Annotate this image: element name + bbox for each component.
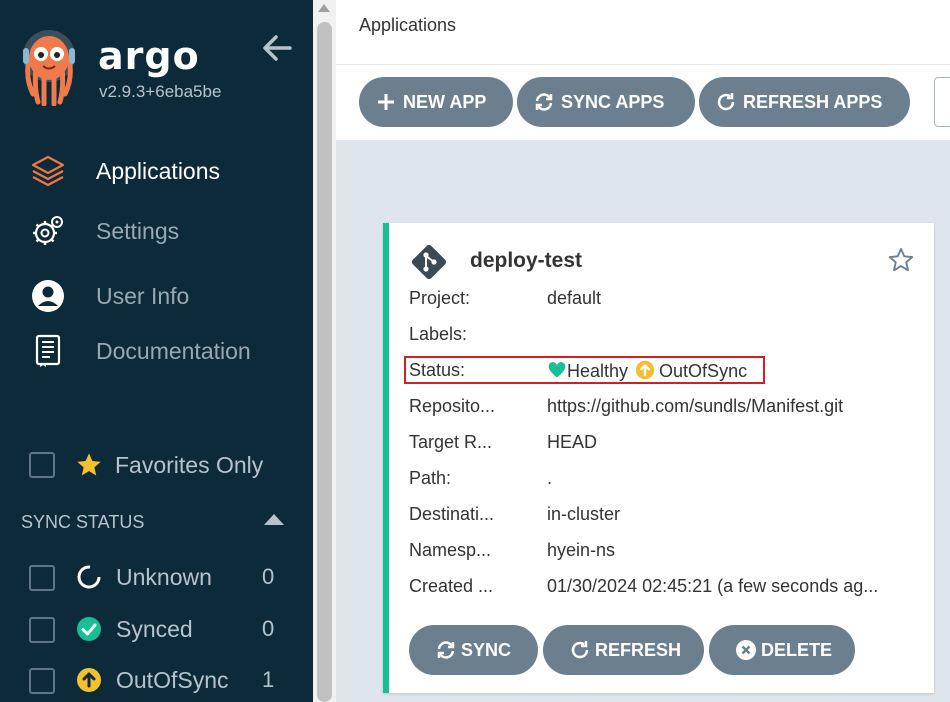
nav-label: User Info [96, 283, 190, 309]
brand-name: argo [98, 34, 200, 78]
field-key: Namesp... [409, 540, 492, 560]
field-key: Project: [409, 288, 471, 308]
sync-filter-unknown[interactable]: Unknown 0 [29, 562, 289, 594]
field-namespace: Namesp... hyein-ns [409, 540, 919, 566]
sync-apps-label: SYNC APPS [561, 92, 665, 112]
favorite-star-icon[interactable] [887, 246, 915, 274]
nav-label: Applications [96, 158, 221, 184]
scrollbar-thumb[interactable] [317, 22, 332, 702]
sync-checkbox[interactable] [29, 565, 55, 591]
nav-item-settings[interactable]: Settings [0, 209, 313, 253]
field-key: Reposito... [409, 396, 496, 416]
field-value: hyein-ns [547, 540, 616, 560]
nav-label: Settings [96, 218, 180, 244]
sync-filter-outofsync[interactable]: OutOfSync 1 [29, 665, 289, 697]
sync-count: 0 [262, 564, 275, 589]
status-highlight-box [404, 356, 765, 384]
version-label: v2.9.3+6eba5be [99, 82, 222, 101]
delete-label: DELETE [761, 640, 833, 660]
refresh-icon [717, 92, 735, 111]
git-icon [411, 244, 447, 280]
sync-label: OutOfSync [116, 667, 229, 693]
field-destination: Destinati... in-cluster [409, 504, 919, 530]
app-name[interactable]: deploy-test [470, 249, 582, 273]
page-title: Applications [359, 15, 457, 35]
field-key: Labels: [409, 324, 468, 344]
stack-icon [31, 155, 65, 187]
field-value: default [547, 288, 602, 308]
field-labels: Labels: [409, 324, 919, 350]
field-project: Project: default [409, 288, 919, 314]
sync-apps-button[interactable]: SYNC APPS [517, 77, 695, 127]
sync-count: 0 [262, 616, 275, 641]
sync-checkbox[interactable] [29, 668, 55, 694]
field-value: HEAD [547, 432, 598, 452]
view-toggle-button[interactable] [934, 77, 950, 127]
arrow-up-circle-icon [77, 668, 101, 692]
argo-octopus-logo [23, 30, 75, 106]
field-target-revision: Target R... HEAD [409, 432, 919, 458]
user-icon [32, 280, 64, 312]
new-app-button[interactable]: NEW APP [359, 77, 513, 127]
sync-count: 1 [262, 667, 275, 692]
sync-status-header: SYNC STATUS [21, 512, 145, 532]
sync-label: Synced [116, 616, 193, 642]
nav-item-documentation[interactable]: Documentation [0, 329, 313, 373]
nav-item-user-info[interactable]: User Info [0, 274, 313, 318]
field-key: Created ... [409, 576, 494, 596]
collapse-arrow-icon[interactable] [262, 34, 292, 62]
sync-checkbox[interactable] [29, 617, 55, 643]
refresh-apps-label: REFRESH APPS [743, 92, 883, 112]
book-icon [35, 334, 61, 367]
check-circle-icon [77, 617, 101, 641]
field-value: . [547, 468, 553, 488]
collapse-caret-icon[interactable] [264, 514, 284, 525]
sync-button[interactable]: SYNC [409, 625, 538, 675]
toolbar: NEW APP SYNC APPS REFRESH APPS [336, 64, 950, 141]
field-path: Path: . [409, 468, 919, 494]
sync-label: Unknown [116, 564, 212, 590]
sync-icon [535, 93, 553, 111]
star-icon [77, 453, 101, 476]
refresh-button[interactable]: REFRESH [543, 625, 704, 675]
delete-button[interactable]: DELETE [709, 625, 855, 675]
favorites-checkbox[interactable] [29, 452, 55, 478]
favorites-label: Favorites Only [115, 452, 264, 478]
refresh-apps-button[interactable]: REFRESH APPS [699, 77, 910, 127]
field-value: in-cluster [547, 504, 621, 524]
field-value: https://github.com/sundls/Manifest.git [547, 396, 844, 416]
refresh-label: REFRESH [595, 640, 682, 660]
new-app-label: NEW APP [403, 92, 487, 112]
field-key: Destinati... [409, 504, 495, 524]
sidebar: argo v2.9.3+6eba5be Applications Setting… [0, 0, 313, 702]
field-created: Created ... 01/30/2024 02:45:21 (a few s… [409, 576, 919, 602]
scroll-up-arrow-icon[interactable] [318, 4, 330, 12]
unknown-spinner-icon [77, 565, 101, 589]
field-key: Target R... [409, 432, 493, 452]
gear-icon [33, 216, 63, 245]
sidebar-scrollbar[interactable] [313, 0, 336, 702]
plus-icon [378, 93, 394, 110]
favorites-only-filter[interactable]: Favorites Only [29, 449, 319, 483]
nav-label: Documentation [96, 338, 251, 364]
field-key: Path: [409, 468, 452, 488]
refresh-icon [571, 640, 589, 659]
sync-icon [437, 641, 455, 659]
field-value: 01/30/2024 02:45:21 (a few seconds ag... [547, 576, 879, 596]
sync-label: SYNC [461, 640, 512, 660]
nav-item-applications[interactable]: Applications [0, 149, 313, 193]
field-repository: Reposito... https://github.com/sundls/Ma… [409, 396, 919, 422]
sync-filter-synced[interactable]: Synced 0 [29, 614, 289, 646]
health-accent-bar [383, 223, 389, 693]
close-circle-icon [736, 639, 756, 660]
application-card[interactable]: deploy-test Project: default Labels: Sta… [383, 223, 934, 693]
top-bar: Applications [336, 0, 950, 64]
